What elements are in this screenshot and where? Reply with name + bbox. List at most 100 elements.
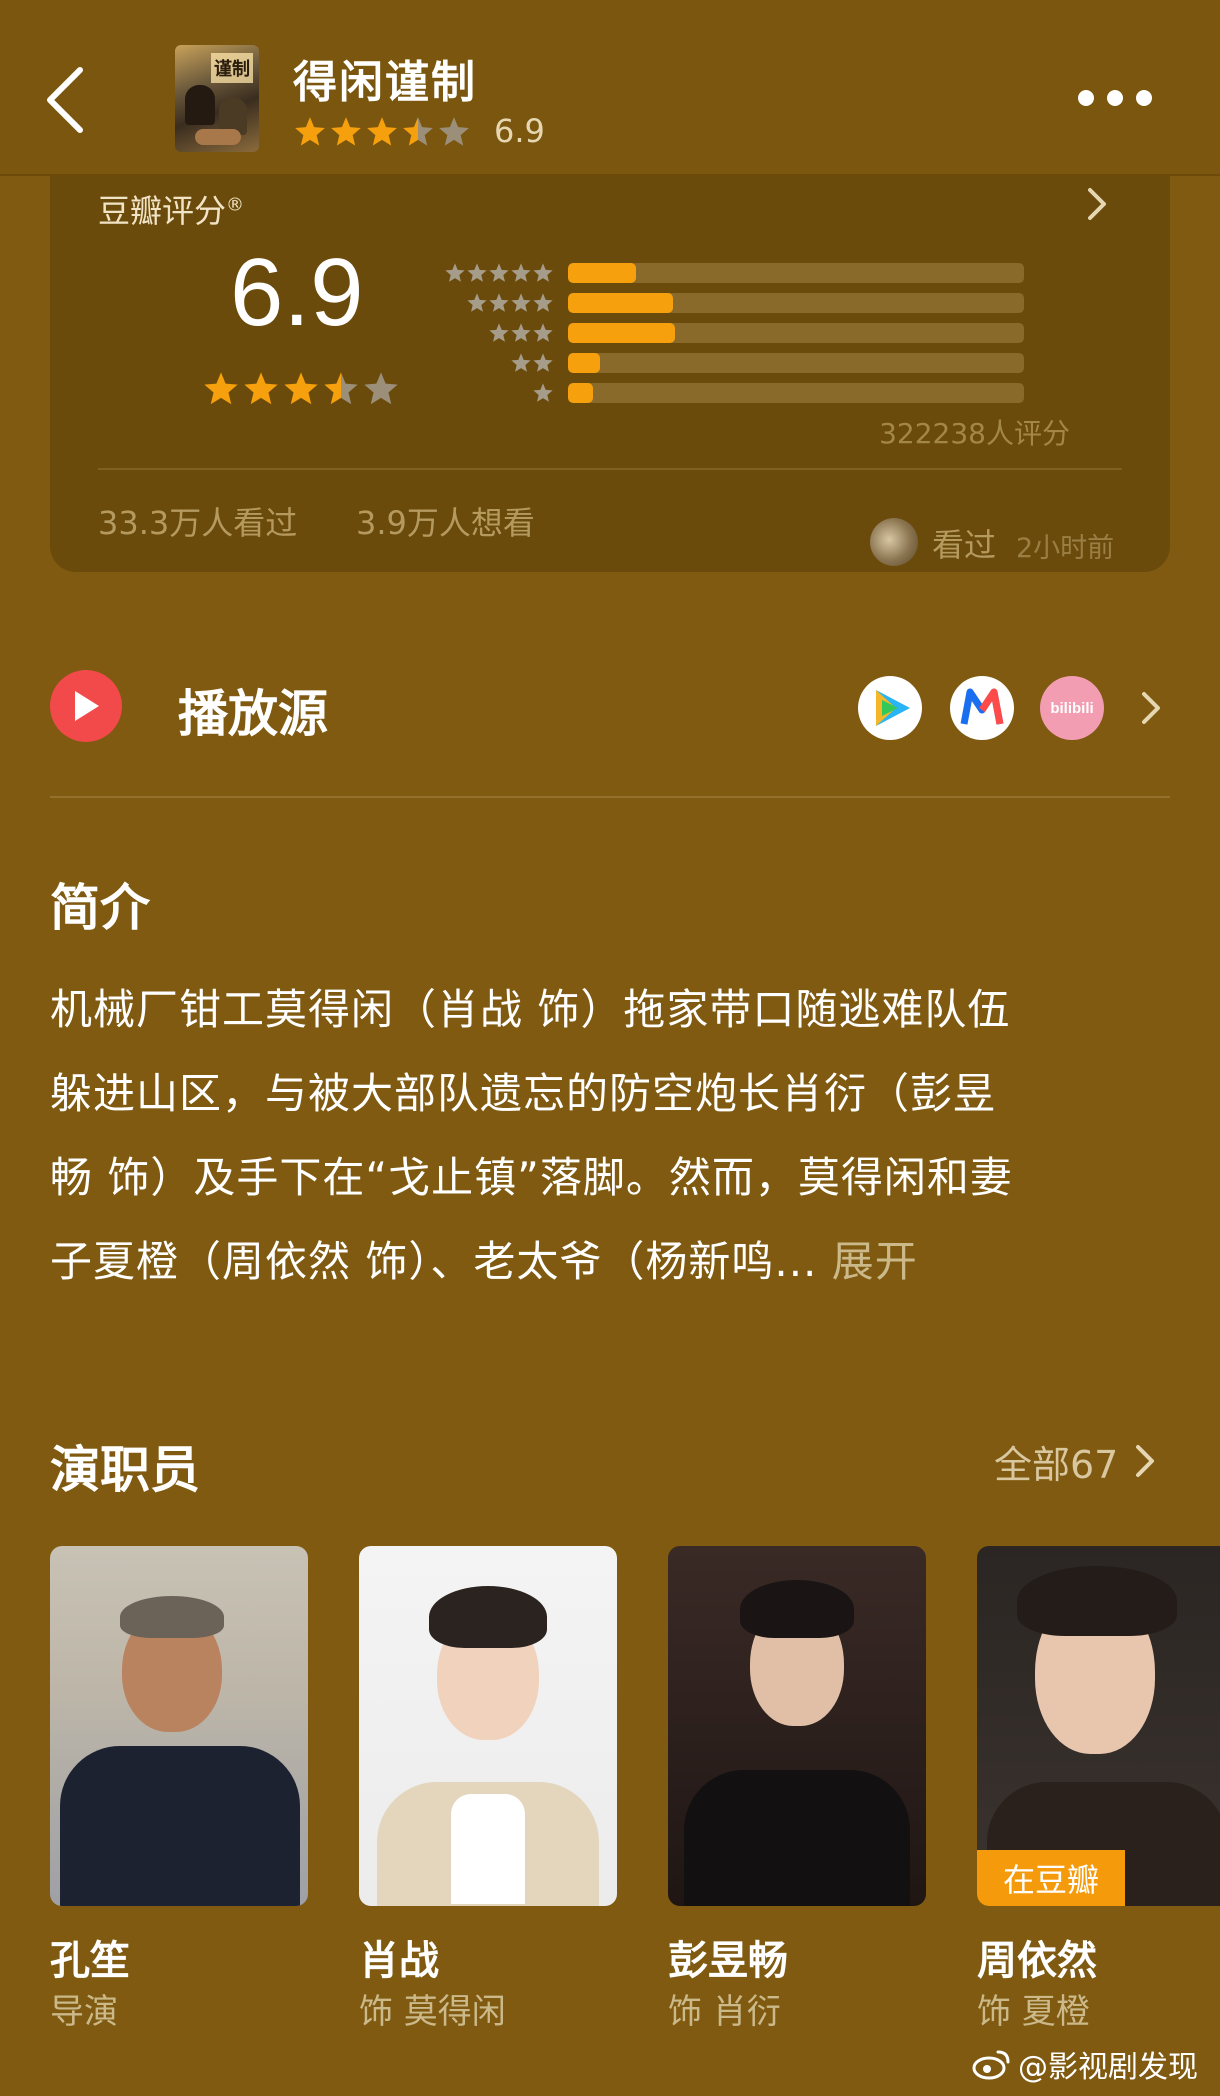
dot-icon (1136, 90, 1152, 106)
star-icon (284, 372, 318, 405)
distribution-bar-track (568, 293, 1024, 313)
play-sources-label: 播放源 (178, 685, 328, 743)
watermark: @影视剧发现 (972, 2042, 1198, 2086)
registered-mark: ® (226, 194, 245, 216)
rating-count: 322238人评分 (879, 417, 1070, 450)
intro-line: 子夏橙（周依然 饰）、老太爷（杨新鸣... 展开 (50, 1220, 1170, 1304)
distribution-stars (434, 322, 554, 344)
rating-distribution (434, 258, 1070, 408)
cast-photo[interactable] (668, 1546, 926, 1906)
douban-rating-card[interactable]: 豆瓣评分® 6.9 322238人评分 33.3万人看过 3.9万人想看 看过 … (50, 150, 1170, 572)
intro-line: 躲进山区，与被大部队遗忘的防空炮长肖衍（彭昱 (50, 1069, 997, 1118)
small-star-icon (467, 263, 487, 282)
intro-line: 机械厂钳工莫得闲（肖战 饰）拖家带口随逃难队伍 (50, 985, 1011, 1034)
person-shirt (451, 1794, 525, 1904)
recent-activity-time: 2小时前 (1016, 533, 1115, 564)
poster-figure (195, 129, 241, 145)
small-star-icon (511, 323, 531, 342)
star-icon (403, 117, 433, 146)
cast-all-link[interactable]: 全部67 (994, 1436, 1156, 1487)
divider (98, 468, 1122, 470)
watermark-text: @影视剧发现 (1018, 2050, 1198, 2085)
intro-text: 机械厂钳工莫得闲（肖战 饰）拖家带口随逃难队伍 躲进山区，与被大部队遗忘的防空炮… (50, 968, 1170, 1304)
cast-title: 演职员 (50, 1441, 200, 1499)
distribution-row (434, 348, 1070, 378)
small-star-icon (533, 323, 553, 342)
small-star-icon (511, 263, 531, 282)
on-douban-badge: 在豆瓣 (977, 1850, 1125, 1906)
person-hair (740, 1580, 854, 1638)
star-icon (331, 117, 361, 146)
small-star-icon (533, 353, 553, 372)
small-star-icon (511, 293, 531, 312)
dot-icon (1107, 90, 1123, 106)
expand-button[interactable]: 展开 (832, 1237, 918, 1286)
cast-name[interactable]: 周依然 (977, 1928, 1097, 1986)
douban-rating-label-text: 豆瓣评分 (98, 192, 227, 230)
small-star-icon (489, 293, 509, 312)
distribution-row (434, 318, 1070, 348)
friend-avatar[interactable] (870, 518, 918, 566)
douban-rating-label: 豆瓣评分® (98, 186, 244, 232)
person-hair (120, 1596, 224, 1638)
cast-photo[interactable] (50, 1546, 308, 1906)
cast-photo[interactable]: 在豆瓣 (977, 1546, 1220, 1906)
distribution-bar-fill (568, 353, 600, 373)
small-star-icon (445, 263, 465, 282)
small-star-icon (511, 353, 531, 372)
chevron-right-icon (1136, 1445, 1155, 1477)
douban-star-rating (202, 370, 402, 408)
more-options-button[interactable] (1078, 80, 1152, 116)
movie-detail-page: 谨制 得闲谨制 6.9 豆瓣评分® 6.9 322238人评分 33.3万人看过… (0, 0, 1220, 2096)
cast-all-label: 全部67 (994, 1442, 1119, 1487)
cast-photo[interactable] (359, 1546, 617, 1906)
cast-name[interactable]: 肖战 (359, 1928, 439, 1986)
intro-line: 畅 饰）及手下在“戈止镇”落脚。然而，莫得闲和妻 (50, 1153, 1013, 1202)
person-body (60, 1746, 300, 1906)
small-star-icon (467, 293, 487, 312)
chevron-right-icon[interactable] (1140, 690, 1162, 726)
distribution-stars (434, 382, 554, 404)
distribution-bar-track (568, 323, 1024, 343)
watched-count[interactable]: 33.3万人看过 (98, 498, 297, 544)
distribution-bar-track (568, 383, 1024, 403)
poster-title: 谨制 (211, 53, 253, 83)
bilibili-icon[interactable]: bilibili (1040, 676, 1104, 740)
tencent-video-icon[interactable] (858, 676, 922, 740)
small-star-icon (533, 383, 553, 402)
cast-name[interactable]: 孔笙 (50, 1928, 130, 1986)
distribution-row (434, 258, 1070, 288)
distribution-bar-fill (568, 293, 673, 313)
person-body (684, 1770, 910, 1906)
distribution-bar-track (568, 353, 1024, 373)
weibo-icon (972, 2050, 1010, 2080)
star-icon (324, 372, 358, 405)
star-icon (295, 117, 325, 146)
back-button[interactable] (42, 62, 92, 138)
dot-icon (1078, 90, 1094, 106)
cast-name[interactable]: 彭昱畅 (668, 1928, 788, 1986)
distribution-bar-fill (568, 383, 594, 403)
person-hair (1017, 1566, 1177, 1636)
mango-tv-icon[interactable] (950, 676, 1014, 740)
distribution-row (434, 288, 1070, 318)
header-star-rating (293, 112, 473, 152)
small-star-icon (489, 263, 509, 282)
star-icon (244, 372, 278, 405)
chevron-right-icon[interactable] (1086, 186, 1108, 222)
star-icon (204, 372, 238, 405)
distribution-bar-fill (568, 263, 637, 283)
distribution-stars (434, 292, 554, 314)
back-arrow-icon (47, 67, 83, 133)
intro-title: 简介 (50, 879, 150, 937)
play-sources-row[interactable]: 播放源 bilibili (50, 662, 1170, 752)
cast-role: 导演 (50, 1992, 118, 2032)
poster-figure (185, 85, 215, 125)
douban-score: 6.9 (230, 239, 364, 346)
movie-poster[interactable]: 谨制 (175, 45, 259, 152)
wish-count[interactable]: 3.9万人想看 (356, 498, 535, 544)
star-icon (364, 372, 398, 405)
small-star-icon (533, 263, 553, 282)
star-icon (367, 117, 397, 146)
movie-title: 得闲谨制 (293, 57, 477, 108)
